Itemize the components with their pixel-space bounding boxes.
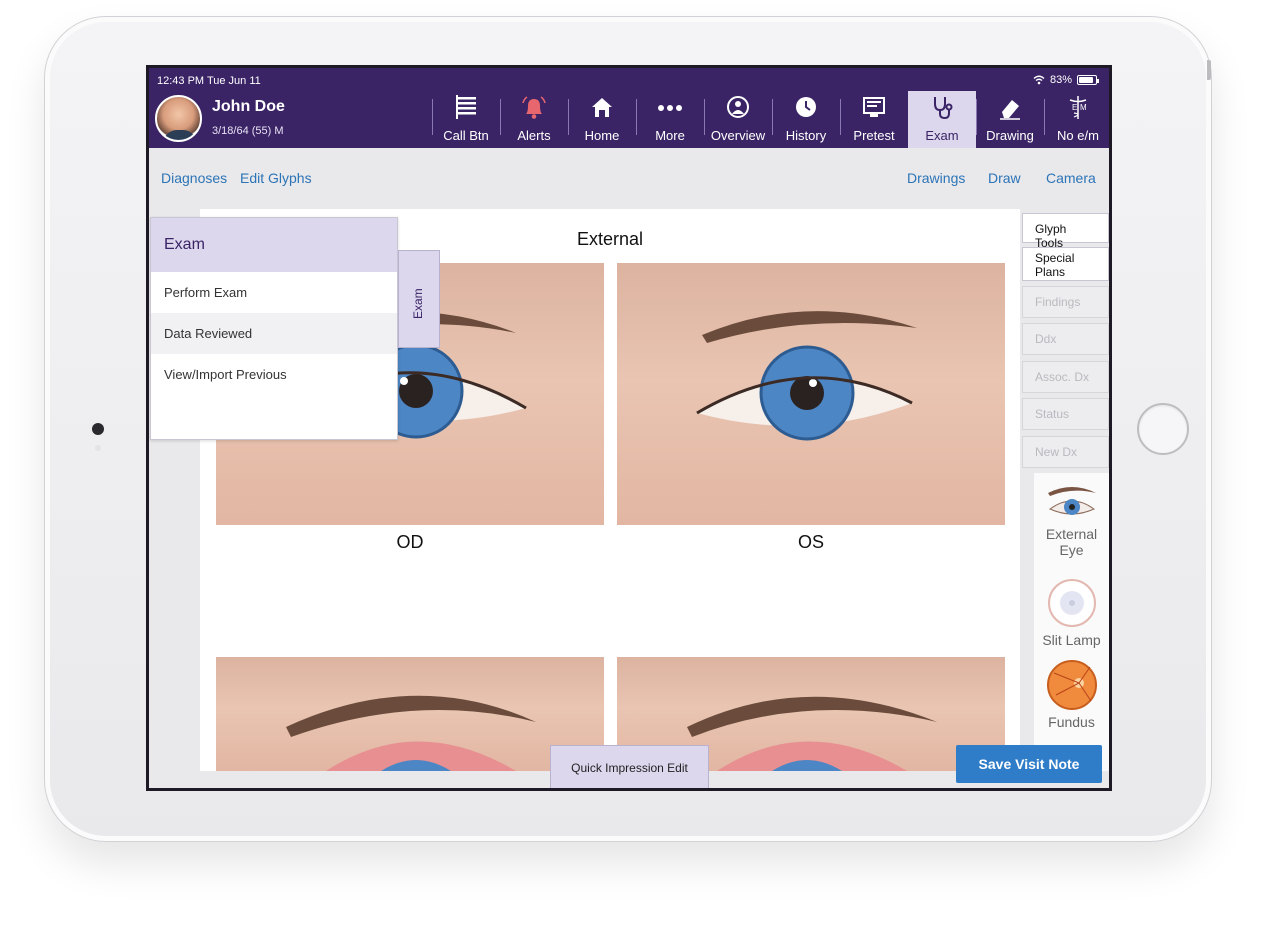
external-eye-icon	[1047, 487, 1096, 515]
status-time: 12:43 PM Tue Jun 11	[157, 75, 261, 87]
glyph-label: Fundus	[1048, 714, 1095, 730]
findings-button[interactable]: Findings	[1022, 286, 1109, 318]
menu-item-data-reviewed[interactable]: Data Reviewed	[151, 313, 397, 354]
bell-icon	[522, 96, 546, 119]
secondary-toolbar: Diagnoses Edit Glyphs Drawings Draw Came…	[149, 148, 1109, 209]
eye-illustration	[696, 311, 917, 441]
fundus-icon	[1046, 660, 1097, 710]
list-icon	[456, 95, 476, 119]
menu-item-view-import-previous[interactable]: View/Import Previous	[151, 354, 397, 395]
diagnoses-link[interactable]: Diagnoses	[161, 170, 227, 186]
nav-label: Alerts	[517, 128, 551, 143]
battery-percent: 83%	[1049, 74, 1072, 86]
top-bar: 12:43 PM Tue Jun 11 83% John Doe 3/18/64…	[149, 68, 1109, 148]
avatar[interactable]	[155, 95, 202, 142]
nav-home[interactable]: Home	[568, 91, 636, 148]
os-label: OS	[797, 532, 824, 552]
glyph-fundus[interactable]: Fundus	[1034, 659, 1109, 735]
nav-label: Overview	[710, 128, 766, 143]
nav-pretest[interactable]: Pretest	[840, 91, 908, 148]
patient-name: John Doe	[212, 98, 285, 115]
nav-alerts[interactable]: Alerts	[500, 91, 568, 148]
glyph-external-eye[interactable]: External Eye	[1034, 483, 1109, 571]
status-button[interactable]: Status	[1022, 398, 1109, 430]
svg-text:M: M	[1080, 103, 1087, 112]
home-button[interactable]	[1137, 403, 1189, 455]
slit-lamp-icon	[1047, 579, 1096, 627]
exam-popover-menu: Exam Perform Exam Data Reviewed View/Imp…	[150, 217, 398, 440]
glyph-panel: External Eye Slit Lamp Fundus	[1034, 473, 1109, 771]
special-plans-button[interactable]: Special Plans	[1022, 247, 1109, 281]
exam-side-tab[interactable]: Exam	[398, 250, 440, 348]
camera-icon	[92, 423, 104, 435]
glyph-label: External Eye	[1045, 526, 1098, 558]
person-icon	[727, 96, 749, 118]
status-indicators: 83%	[1033, 74, 1099, 86]
od-lid-image[interactable]	[216, 657, 604, 771]
glyph-slit-lamp[interactable]: Slit Lamp	[1034, 577, 1109, 653]
exam-tab-label: Exam	[411, 288, 425, 319]
nav-exam[interactable]: Exam	[908, 91, 976, 148]
edit-glyphs-link[interactable]: Edit Glyphs	[240, 170, 312, 186]
exam-menu-header: Exam	[151, 218, 397, 272]
home-icon	[592, 98, 612, 117]
app-screen: 12:43 PM Tue Jun 11 83% John Doe 3/18/64…	[146, 65, 1112, 791]
svg-text:E: E	[1072, 103, 1077, 112]
nav-call-btn[interactable]: Call Btn	[432, 91, 500, 148]
nav-drawing[interactable]: Drawing	[976, 91, 1044, 148]
os-eye-image[interactable]	[617, 263, 1005, 525]
camera-link[interactable]: Camera	[1046, 170, 1096, 186]
wifi-icon	[1033, 75, 1045, 85]
nav-label: Exam	[925, 128, 959, 143]
battery-icon	[1077, 75, 1099, 85]
save-visit-note-button[interactable]: Save Visit Note	[956, 745, 1102, 783]
right-tools-column: Glyph Tools Special Plans Findings Ddx A…	[1022, 209, 1109, 771]
nav-label: Drawing	[986, 128, 1034, 143]
eye-illustration	[286, 695, 536, 771]
nav-label: Pretest	[853, 128, 895, 143]
sensor-dot	[95, 445, 101, 451]
monitor-icon	[863, 97, 885, 117]
main-nav: Call Btn Alerts Home More Overview Histo…	[432, 91, 1109, 148]
draw-link[interactable]: Draw	[988, 170, 1021, 186]
drawings-link[interactable]: Drawings	[907, 170, 965, 186]
nav-overview[interactable]: Overview	[704, 91, 772, 148]
nav-history[interactable]: History	[772, 91, 840, 148]
patient-dob: 3/18/64 (55) M	[212, 125, 284, 137]
nav-label: More	[655, 128, 685, 143]
menu-item-perform-exam[interactable]: Perform Exam	[151, 272, 397, 313]
nav-label: History	[785, 128, 827, 143]
clock-icon	[796, 97, 816, 117]
nav-no-em[interactable]: E M No e/m	[1044, 91, 1109, 148]
stethoscope-icon	[934, 97, 953, 120]
glyph-label: Slit Lamp	[1042, 632, 1101, 648]
glyph-tools-button[interactable]: Glyph Tools	[1022, 213, 1109, 250]
eraser-icon	[1000, 100, 1020, 120]
assoc-dx-button[interactable]: Assoc. Dx	[1022, 361, 1109, 393]
nav-more[interactable]: More	[636, 91, 704, 148]
nav-label: Call Btn	[443, 128, 489, 143]
tablet-side-button	[1207, 60, 1211, 80]
ellipsis-icon	[658, 105, 682, 111]
nav-label: No e/m	[1057, 128, 1099, 143]
quick-impression-edit-button[interactable]: Quick Impression Edit	[550, 745, 709, 788]
od-label: OD	[396, 532, 424, 552]
caduceus-icon: E M	[1069, 96, 1087, 119]
new-dx-button[interactable]: New Dx	[1022, 436, 1109, 468]
ddx-button[interactable]: Ddx	[1022, 323, 1109, 355]
nav-label: Home	[584, 128, 620, 143]
